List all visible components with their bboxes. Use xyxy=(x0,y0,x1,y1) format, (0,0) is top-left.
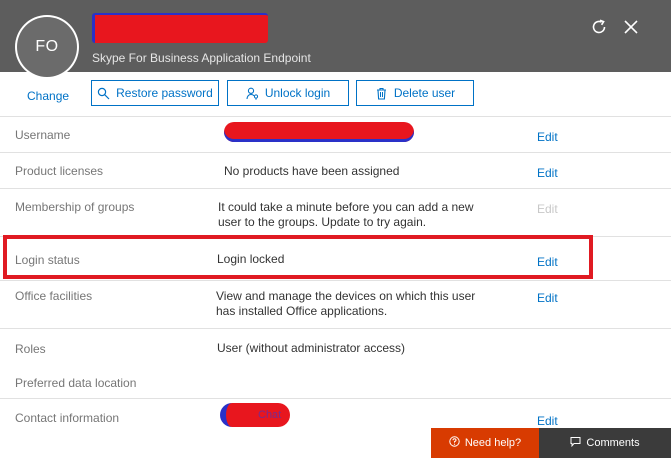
user-subtitle: Skype For Business Application Endpoint xyxy=(92,51,311,65)
contact-information-label: Contact information xyxy=(15,411,120,425)
office-facilities-label: Office facilities xyxy=(15,289,93,303)
change-avatar-link[interactable]: Change xyxy=(27,89,69,103)
redacted-user-name xyxy=(92,13,268,43)
product-licenses-edit-link[interactable]: Edit xyxy=(537,166,558,180)
unlock-login-button[interactable]: Unlock login xyxy=(227,80,349,106)
login-status-highlight xyxy=(3,235,593,279)
comment-bubble-icon xyxy=(570,436,581,450)
avatar-initials: FO xyxy=(17,17,77,77)
membership-label: Membership of groups xyxy=(15,200,135,214)
close-icon[interactable] xyxy=(620,16,642,38)
row-roles: Roles User (without administrator access… xyxy=(0,328,671,398)
row-membership-of-groups: Membership of groups It could take a min… xyxy=(0,188,671,236)
user-details-panel: FO Skype For Business Application Endpoi… xyxy=(0,0,671,458)
need-help-button[interactable]: Need help? xyxy=(431,428,539,458)
panel-header: FO Skype For Business Application Endpoi… xyxy=(0,0,671,79)
row-product-licenses: Product licenses No products have been a… xyxy=(0,152,671,188)
contact-information-edit-link[interactable]: Edit xyxy=(537,414,558,428)
membership-value-line2: user to the groups. Update to try again. xyxy=(218,215,427,229)
contact-chat-text: Chat xyxy=(258,409,282,421)
row-office-facilities: Office facilities View and manage the de… xyxy=(0,280,671,328)
help-circle-icon xyxy=(449,436,460,450)
comments-label: Comments xyxy=(586,437,640,449)
membership-value-line1: It could take a minute before you can ad… xyxy=(218,200,474,214)
redacted-username xyxy=(224,122,414,142)
membership-edit-link: Edit xyxy=(537,202,558,216)
refresh-icon[interactable] xyxy=(588,16,610,38)
need-help-label: Need help? xyxy=(464,437,522,449)
delete-user-label: Delete user xyxy=(393,86,456,100)
unlock-login-label: Unlock login xyxy=(264,86,331,100)
magnifier-key-icon xyxy=(97,87,110,100)
username-edit-link[interactable]: Edit xyxy=(537,130,558,144)
row-username: Username Edit xyxy=(0,116,671,152)
roles-value: User (without administrator access) xyxy=(217,341,406,355)
restore-password-button[interactable]: Restore password xyxy=(91,80,219,106)
comments-button[interactable]: Comments xyxy=(539,428,671,458)
trash-icon xyxy=(375,87,388,100)
office-facilities-value-line2: has installed Office applications. xyxy=(216,304,388,318)
delete-user-button[interactable]: Delete user xyxy=(356,80,474,106)
restore-password-label: Restore password xyxy=(116,86,213,100)
preferred-data-location-label: Preferred data location xyxy=(15,376,137,390)
product-licenses-value: No products have been assigned xyxy=(224,164,400,178)
roles-label: Roles xyxy=(15,342,46,356)
product-licenses-label: Product licenses xyxy=(15,164,104,178)
office-facilities-edit-link[interactable]: Edit xyxy=(537,291,558,305)
office-facilities-value-line1: View and manage the devices on which thi… xyxy=(216,289,476,303)
avatar: FO xyxy=(15,15,79,79)
person-key-icon xyxy=(246,87,259,100)
username-label: Username xyxy=(15,128,71,142)
